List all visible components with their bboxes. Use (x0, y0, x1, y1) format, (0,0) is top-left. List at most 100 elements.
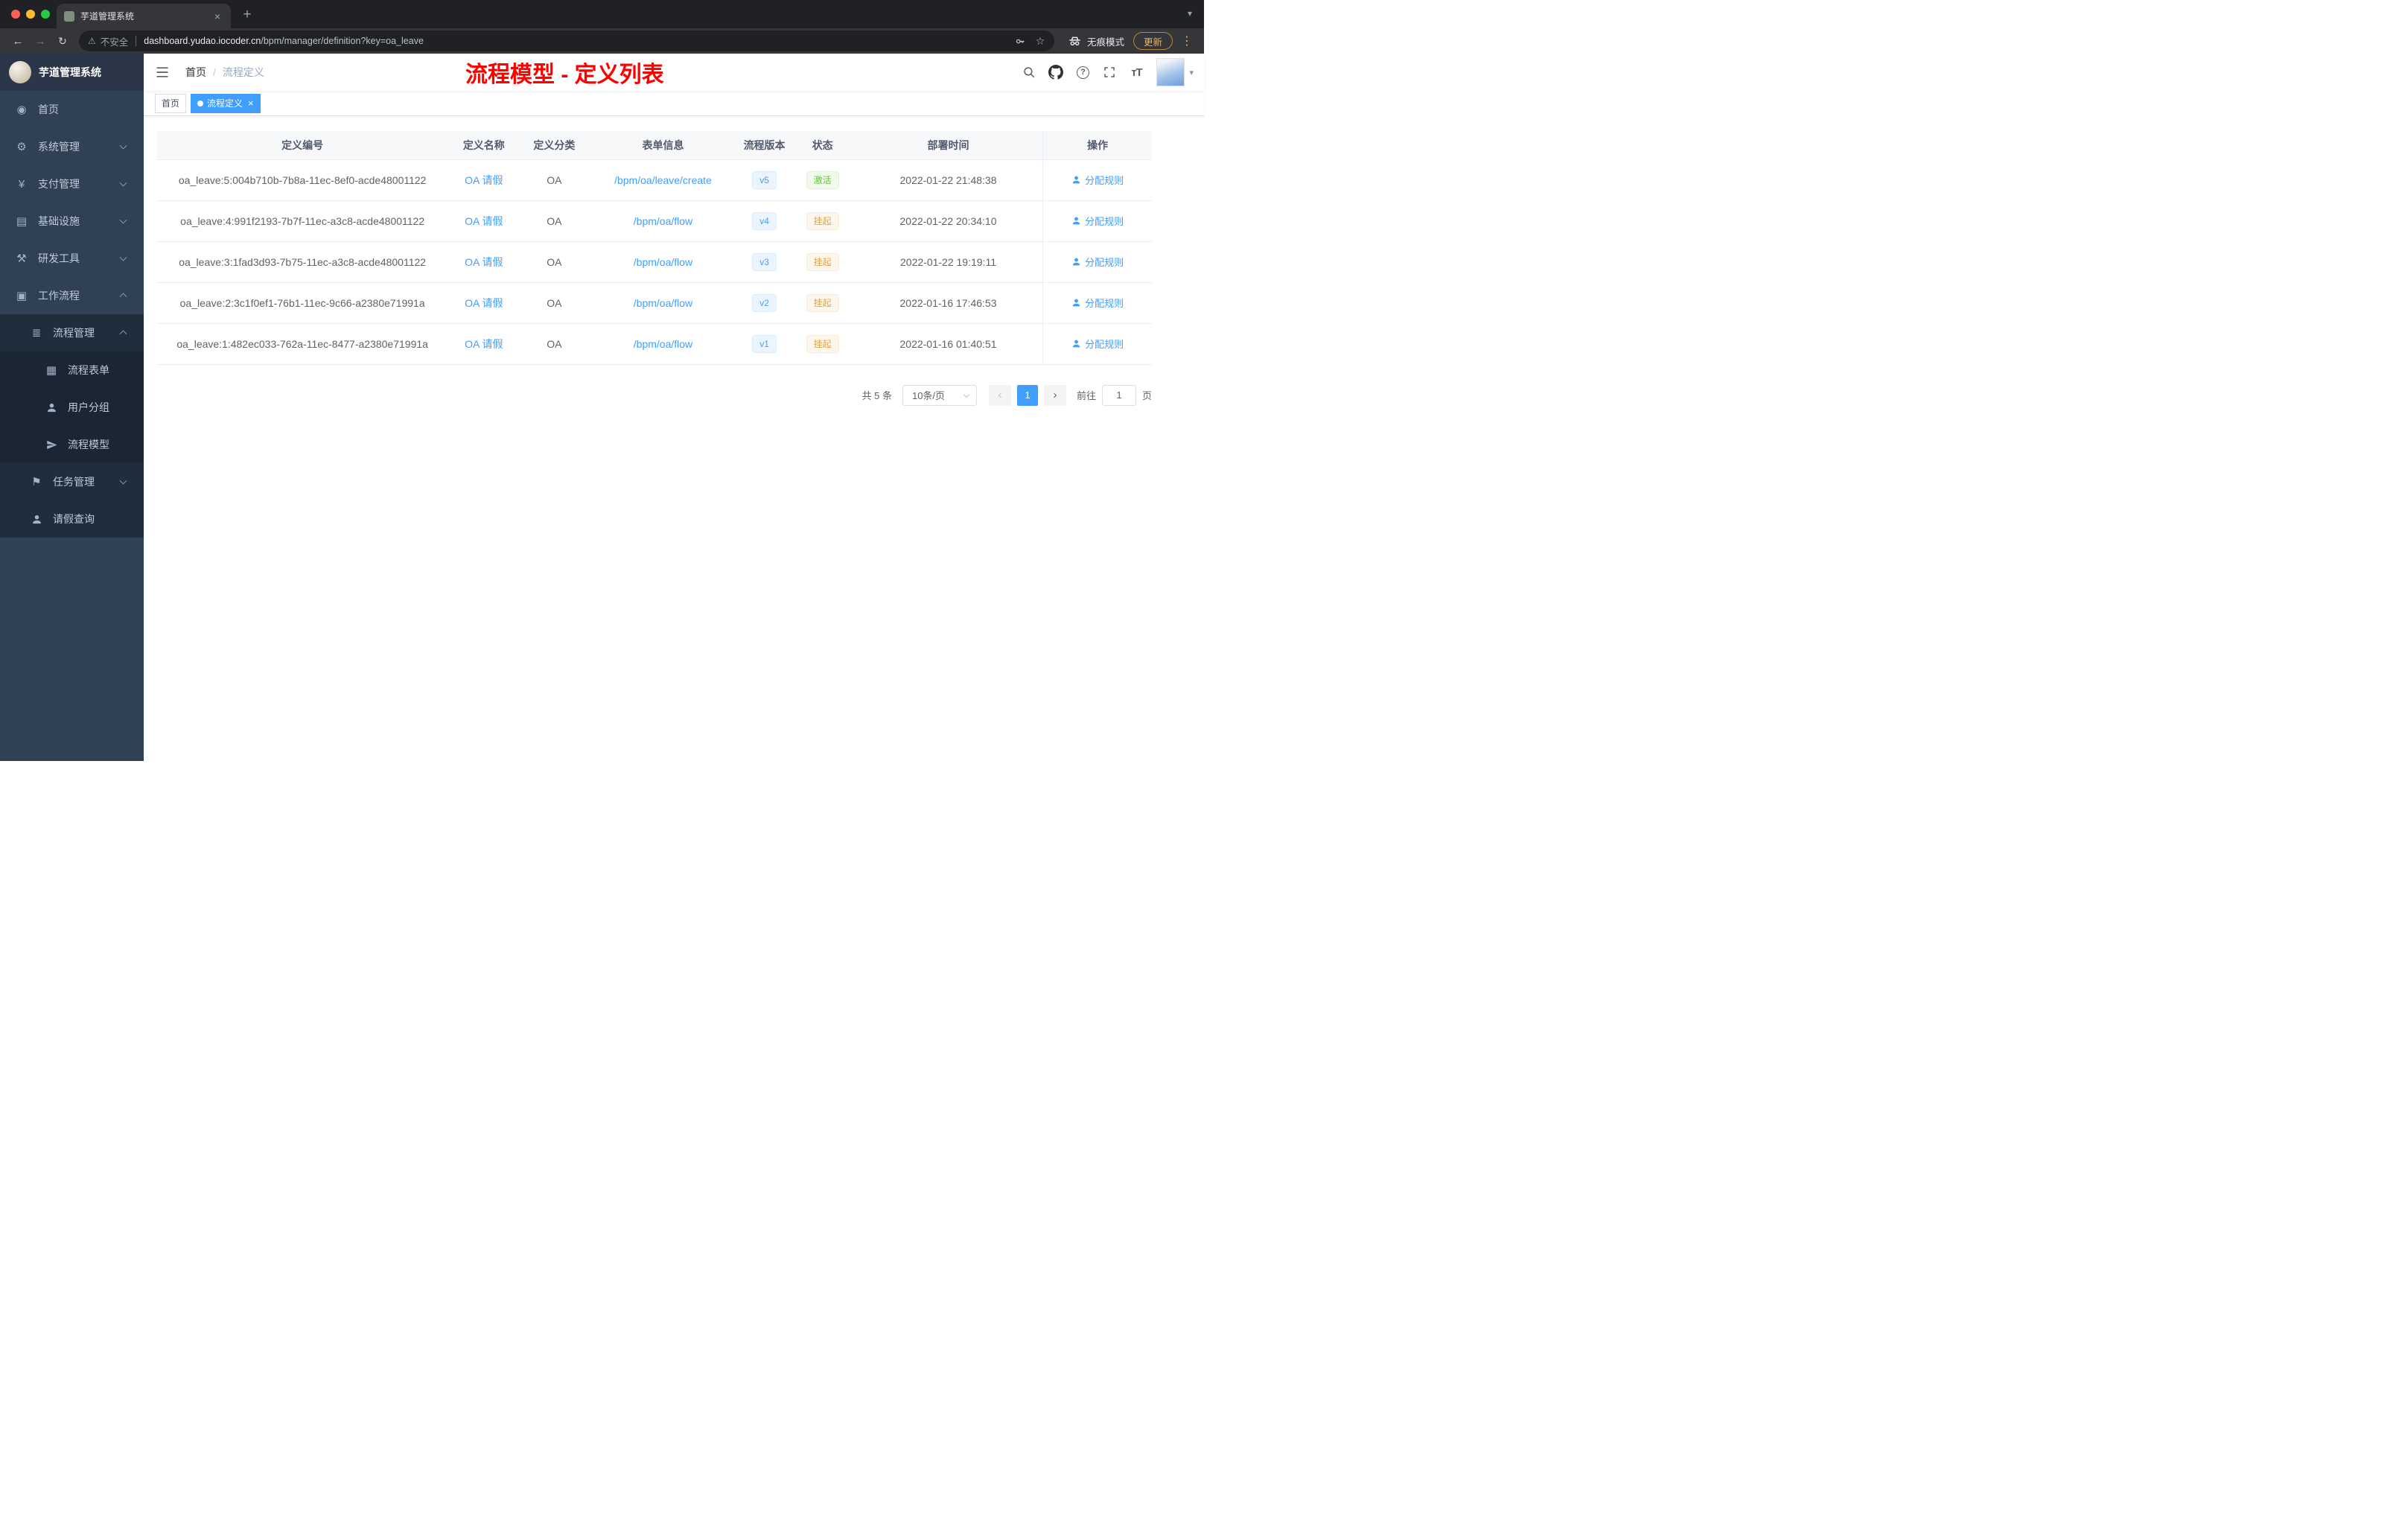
back-button[interactable]: ← (7, 31, 28, 51)
tab-search-chevron-icon[interactable]: ▾ (1188, 8, 1192, 19)
dashboard-icon: ◉ (16, 104, 27, 116)
user-icon (1071, 216, 1081, 226)
password-key-icon[interactable] (1011, 31, 1031, 51)
sidebar-logo[interactable]: 芋道管理系统 (0, 54, 144, 91)
browser-toolbar: ← → ↻ ⚠ 不安全 dashboard.yudao.iocoder.cn /… (0, 28, 1204, 54)
page-size-select[interactable]: 10条/页 (902, 384, 977, 406)
sidebar-item-label: 基础设施 (38, 215, 80, 227)
browser-tab[interactable]: 芋道管理系统 × (57, 4, 231, 28)
window-minimize-button[interactable] (26, 10, 35, 19)
definition-name-link[interactable]: OA 请假 (465, 297, 503, 309)
font-size-icon[interactable]: тT (1124, 60, 1149, 85)
breadcrumb-home[interactable]: 首页 (185, 65, 206, 80)
form-link[interactable]: /bpm/oa/leave/create (614, 174, 712, 186)
forward-button[interactable]: → (30, 31, 51, 51)
definition-id: oa_leave:4:991f2193-7b7f-11ec-a3c8-acde4… (157, 200, 448, 242)
definition-name-link[interactable]: OA 请假 (465, 338, 503, 350)
browser-menu-icon[interactable]: ⋮ (1177, 31, 1197, 51)
top-navbar: 首页 / 流程定义 流程模型 - 定义列表 ? тT ▾ (144, 54, 1204, 91)
sidebar-item-label: 研发工具 (38, 252, 80, 264)
sidebar-item-task-management[interactable]: ⚑ 任务管理 (0, 463, 144, 500)
definition-id: oa_leave:3:1fad3d93-7b75-11ec-a3c8-acde4… (157, 241, 448, 283)
table-header-row: 定义编号 定义名称 定义分类 表单信息 流程版本 状态 部署时间 操作 (157, 131, 1152, 160)
sidebar-item-label: 请假查询 (53, 513, 95, 525)
page-number-button[interactable]: 1 (1016, 384, 1038, 406)
definition-name-link[interactable]: OA 请假 (465, 215, 503, 227)
definition-category: OA (520, 282, 589, 324)
total-count: 共 5 条 (861, 390, 892, 401)
chevron-down-icon (119, 216, 127, 224)
deploy-time: 2022-01-16 01:40:51 (853, 323, 1043, 365)
assign-rule-button[interactable]: 分配规则 (1071, 214, 1124, 228)
sidebar-item-system[interactable]: ⚙ 系统管理 (0, 128, 144, 165)
chevron-up-icon (119, 330, 127, 338)
breadcrumb-current: 流程定义 (222, 66, 264, 78)
prev-page-button[interactable]: ‹ (988, 384, 1011, 406)
definition-id: oa_leave:2:3c1f0ef1-76b1-11ec-9c66-a2380… (157, 282, 448, 324)
address-bar[interactable]: ⚠ 不安全 dashboard.yudao.iocoder.cn /bpm/ma… (79, 31, 1054, 51)
help-icon[interactable]: ? (1070, 60, 1095, 85)
goto-page: 前往 页 (1077, 384, 1152, 406)
tab-close-icon[interactable]: × (211, 10, 223, 22)
fullscreen-icon[interactable] (1097, 60, 1122, 85)
logo-avatar (9, 61, 31, 83)
chrome-update-button[interactable]: 更新 (1133, 32, 1173, 50)
sidebar-item-process-form[interactable]: ▦ 流程表单 (0, 351, 144, 389)
payment-icon: ¥ (18, 177, 25, 191)
search-icon[interactable] (1016, 60, 1042, 85)
tag-close-icon[interactable]: × (248, 98, 254, 109)
next-page-button[interactable]: › (1043, 384, 1066, 406)
assign-rule-button[interactable]: 分配规则 (1071, 337, 1124, 351)
tag-home[interactable]: 首页 (155, 93, 187, 113)
sidebar-item-home[interactable]: ◉ 首页 (0, 91, 144, 128)
definition-name-link[interactable]: OA 请假 (465, 174, 503, 186)
sidebar-item-workflow[interactable]: ▣ 工作流程 (0, 277, 144, 314)
page-title: 流程模型 - 定义列表 (465, 63, 664, 87)
definition-name-link[interactable]: OA 请假 (465, 256, 503, 268)
form-link[interactable]: /bpm/oa/flow (634, 297, 692, 309)
user-icon (1071, 257, 1081, 267)
form-link[interactable]: /bpm/oa/flow (634, 215, 692, 227)
new-tab-button[interactable]: + (237, 4, 258, 25)
table-row: oa_leave:3:1fad3d93-7b75-11ec-a3c8-acde4… (157, 241, 1152, 283)
assign-rule-button[interactable]: 分配规则 (1071, 255, 1124, 269)
content-area: 定义编号 定义名称 定义分类 表单信息 流程版本 状态 部署时间 操作 oa_l… (144, 116, 1204, 406)
definition-id: oa_leave:1:482ec033-762a-11ec-8477-a2380… (157, 323, 448, 365)
assign-rule-button[interactable]: 分配规则 (1071, 173, 1124, 187)
reload-button[interactable]: ↻ (52, 31, 73, 51)
bookmark-star-icon[interactable]: ☆ (1031, 31, 1050, 51)
table-row: oa_leave:4:991f2193-7b7f-11ec-a3c8-acde4… (157, 200, 1152, 242)
chevron-down-icon (119, 477, 127, 485)
sidebar-item-process-model[interactable]: 流程模型 (0, 426, 144, 463)
form-link[interactable]: /bpm/oa/flow (634, 256, 692, 268)
github-icon[interactable] (1043, 60, 1068, 85)
assign-rule-button[interactable]: 分配规则 (1071, 296, 1124, 310)
pagination: 共 5 条 10条/页 ‹ 1 › 前往 页 (157, 384, 1152, 406)
security-label[interactable]: 不安全 (101, 34, 129, 48)
status-badge: 挂起 (806, 293, 839, 312)
sidebar-item-devtools[interactable]: ⚒ 研发工具 (0, 240, 144, 277)
version-badge: v3 (752, 252, 777, 271)
sidebar-item-payment[interactable]: ¥ 支付管理 (0, 165, 144, 203)
status-badge: 激活 (806, 171, 839, 189)
user-menu[interactable]: ▾ (1156, 58, 1194, 86)
url-path: /bpm/manager/definition?key=oa_leave (261, 36, 424, 46)
sidebar-item-user-group[interactable]: 用户分组 (0, 389, 144, 426)
sidebar-item-process-management[interactable]: ≣ 流程管理 (0, 314, 144, 351)
sidebar: 芋道管理系统 ◉ 首页 ⚙ 系统管理 ¥ 支付管理 ▤ 基础设施 ⚒ 研发工具 … (0, 54, 144, 761)
window-zoom-button[interactable] (41, 10, 50, 19)
user-icon (1071, 298, 1081, 308)
goto-page-input[interactable] (1101, 384, 1136, 406)
hamburger-icon[interactable] (144, 54, 181, 91)
tag-process-definition[interactable]: 流程定义 × (191, 93, 261, 113)
form-link[interactable]: /bpm/oa/flow (634, 338, 692, 350)
gear-icon: ⚙ (16, 141, 27, 153)
workflow-icon: ▣ (16, 290, 28, 302)
tab-title: 芋道管理系统 (80, 11, 135, 22)
sidebar-item-label: 首页 (38, 104, 59, 115)
chevron-down-icon (119, 179, 127, 187)
definition-table: 定义编号 定义名称 定义分类 表单信息 流程版本 状态 部署时间 操作 oa_l… (157, 131, 1152, 365)
window-close-button[interactable] (11, 10, 20, 19)
sidebar-item-infrastructure[interactable]: ▤ 基础设施 (0, 203, 144, 240)
sidebar-item-leave-query[interactable]: 请假查询 (0, 500, 144, 538)
